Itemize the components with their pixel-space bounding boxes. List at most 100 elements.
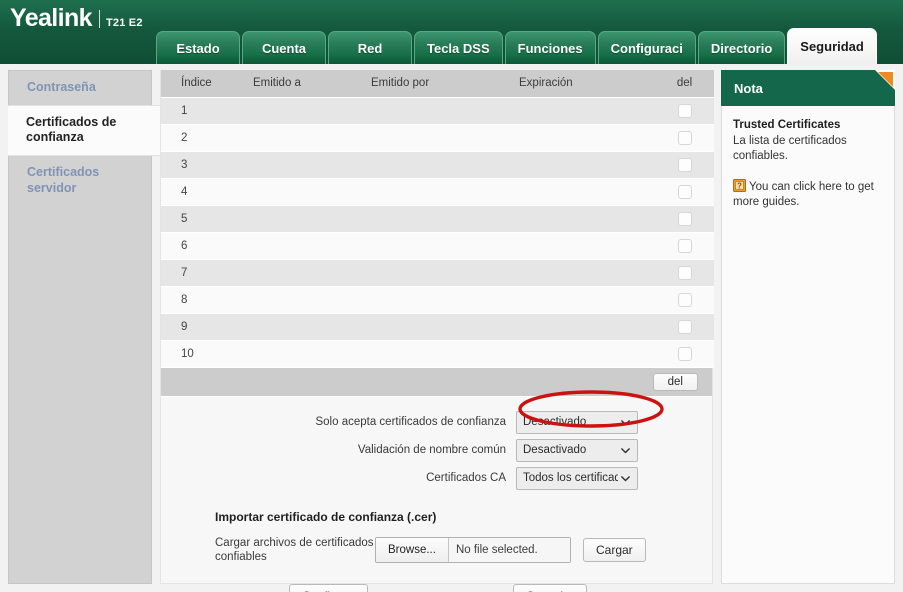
sidebar-item-certificados-servidor[interactable]: Certificados servidor — [9, 156, 151, 205]
tab-label: Configuraci — [611, 41, 683, 56]
tab-label: Tecla DSS — [427, 41, 490, 56]
cell-index: 7 — [161, 259, 249, 286]
sidebar-item-certificados-de-confianza[interactable]: Certificados de confianza — [8, 105, 160, 156]
cell-index: 4 — [161, 178, 249, 205]
cell-delete — [655, 313, 714, 340]
import-section-title: Importar certificado de confianza (.cer) — [215, 510, 712, 524]
cell-expiration — [515, 124, 655, 151]
cell-expiration — [515, 313, 655, 340]
cell-index: 2 — [161, 124, 249, 151]
browse-button[interactable]: Browse... — [376, 538, 449, 562]
table-row[interactable]: 10 — [161, 340, 714, 367]
cell-issued-by — [367, 232, 515, 259]
cell-issued-by — [367, 151, 515, 178]
table-action-bar: del — [161, 368, 712, 397]
tab-directorio[interactable]: Directorio — [698, 31, 785, 64]
row-checkbox[interactable] — [678, 239, 692, 253]
upload-row: Cargar archivos de certificados confiabl… — [215, 536, 712, 565]
chevron-down-icon — [620, 417, 631, 428]
cell-issued-by — [367, 97, 515, 124]
sidebar-item-label: Certificados servidor — [27, 165, 99, 195]
select-value: Desactivado — [523, 444, 618, 456]
row-checkbox[interactable] — [678, 131, 692, 145]
cell-expiration — [515, 259, 655, 286]
cell-delete — [655, 124, 714, 151]
cell-index: 1 — [161, 97, 249, 124]
upload-label: Cargar archivos de certificados confiabl… — [215, 536, 375, 565]
column-header-del: del — [655, 70, 714, 97]
tab-label: Estado — [176, 41, 219, 56]
cell-expiration — [515, 151, 655, 178]
table-row[interactable]: 4 — [161, 178, 714, 205]
table-row[interactable]: 1 — [161, 97, 714, 124]
table-row[interactable]: 3 — [161, 151, 714, 178]
note-guide-text: You can click here to get more guides. — [733, 181, 874, 209]
column-header-indice: Índice — [161, 70, 249, 97]
note-panel-header: Nota — [721, 70, 895, 106]
file-input[interactable]: Browse... No file selected. — [375, 537, 571, 563]
cell-index: 8 — [161, 286, 249, 313]
row-checkbox[interactable] — [678, 185, 692, 199]
note-panel-body: Trusted Certificates La lista de certifi… — [721, 106, 895, 584]
table-row[interactable]: 9 — [161, 313, 714, 340]
table-row[interactable]: 5 — [161, 205, 714, 232]
row-checkbox[interactable] — [678, 266, 692, 280]
form-actions: Confirmar Cancelar — [161, 584, 712, 592]
cell-issued-to — [249, 340, 367, 367]
setting-row-common-name-validation: Validación de nombre común Desactivado — [161, 437, 712, 464]
row-checkbox[interactable] — [678, 293, 692, 307]
cell-expiration — [515, 232, 655, 259]
confirm-button[interactable]: Confirmar — [289, 584, 368, 592]
upload-button[interactable]: Cargar — [583, 538, 646, 562]
common-name-validation-select[interactable]: Desactivado — [516, 439, 638, 462]
tab-configuraci[interactable]: Configuraci — [598, 31, 696, 64]
tab-red[interactable]: Red — [328, 31, 412, 64]
page-body: Contraseña Certificados de confianza Cer… — [0, 64, 903, 592]
cell-issued-by — [367, 178, 515, 205]
table-row[interactable]: 7 — [161, 259, 714, 286]
tab-funciones[interactable]: Funciones — [505, 31, 596, 64]
column-header-emitido-a: Emitido a — [249, 70, 367, 97]
table-body: 1 2 3 — [161, 97, 714, 367]
note-heading: Trusted Certificates — [733, 118, 884, 134]
cell-delete — [655, 178, 714, 205]
settings-section: Solo acepta certificados de confianza De… — [161, 397, 712, 492]
setting-row-only-accept-trusted-certificates: Solo acepta certificados de confianza De… — [161, 409, 712, 436]
yealink-web-ui: Yealink T21 E2 Estado Cuenta Red Tecla D… — [0, 0, 903, 592]
app-header: Yealink T21 E2 Estado Cuenta Red Tecla D… — [0, 0, 903, 64]
only-accept-trusted-certificates-select[interactable]: Desactivado — [516, 411, 638, 434]
tab-cuenta[interactable]: Cuenta — [242, 31, 326, 64]
folded-corner-icon — [869, 70, 895, 96]
table-row[interactable]: 2 — [161, 124, 714, 151]
cell-issued-by — [367, 313, 515, 340]
tab-tecla-dss[interactable]: Tecla DSS — [414, 31, 503, 64]
sidebar-item-label: Contraseña — [27, 80, 96, 94]
cell-issued-by — [367, 205, 515, 232]
guide-book-icon: ? — [733, 179, 746, 192]
select-value: Todos los certificados — [523, 472, 618, 484]
cell-expiration — [515, 178, 655, 205]
cell-index: 9 — [161, 313, 249, 340]
tab-label: Funciones — [518, 41, 583, 56]
tab-estado[interactable]: Estado — [156, 31, 240, 64]
cell-index: 3 — [161, 151, 249, 178]
cell-delete — [655, 97, 714, 124]
row-checkbox[interactable] — [678, 320, 692, 334]
sidebar-item-contrasena[interactable]: Contraseña — [9, 71, 151, 105]
cell-delete — [655, 259, 714, 286]
row-checkbox[interactable] — [678, 347, 692, 361]
delete-selected-button[interactable]: del — [653, 373, 698, 391]
sidebar: Contraseña Certificados de confianza Cer… — [8, 70, 152, 584]
cell-issued-by — [367, 124, 515, 151]
cell-delete — [655, 205, 714, 232]
ca-certificates-select[interactable]: Todos los certificados — [516, 467, 638, 490]
tab-seguridad[interactable]: Seguridad — [787, 28, 877, 64]
cancel-button[interactable]: Cancelar — [513, 584, 587, 592]
note-guide-link[interactable]: ? You can click here to get more guides. — [733, 179, 884, 211]
table-row[interactable]: 8 — [161, 286, 714, 313]
row-checkbox[interactable] — [678, 104, 692, 118]
row-checkbox[interactable] — [678, 212, 692, 226]
row-checkbox[interactable] — [678, 158, 692, 172]
cell-issued-by — [367, 340, 515, 367]
table-row[interactable]: 6 — [161, 232, 714, 259]
